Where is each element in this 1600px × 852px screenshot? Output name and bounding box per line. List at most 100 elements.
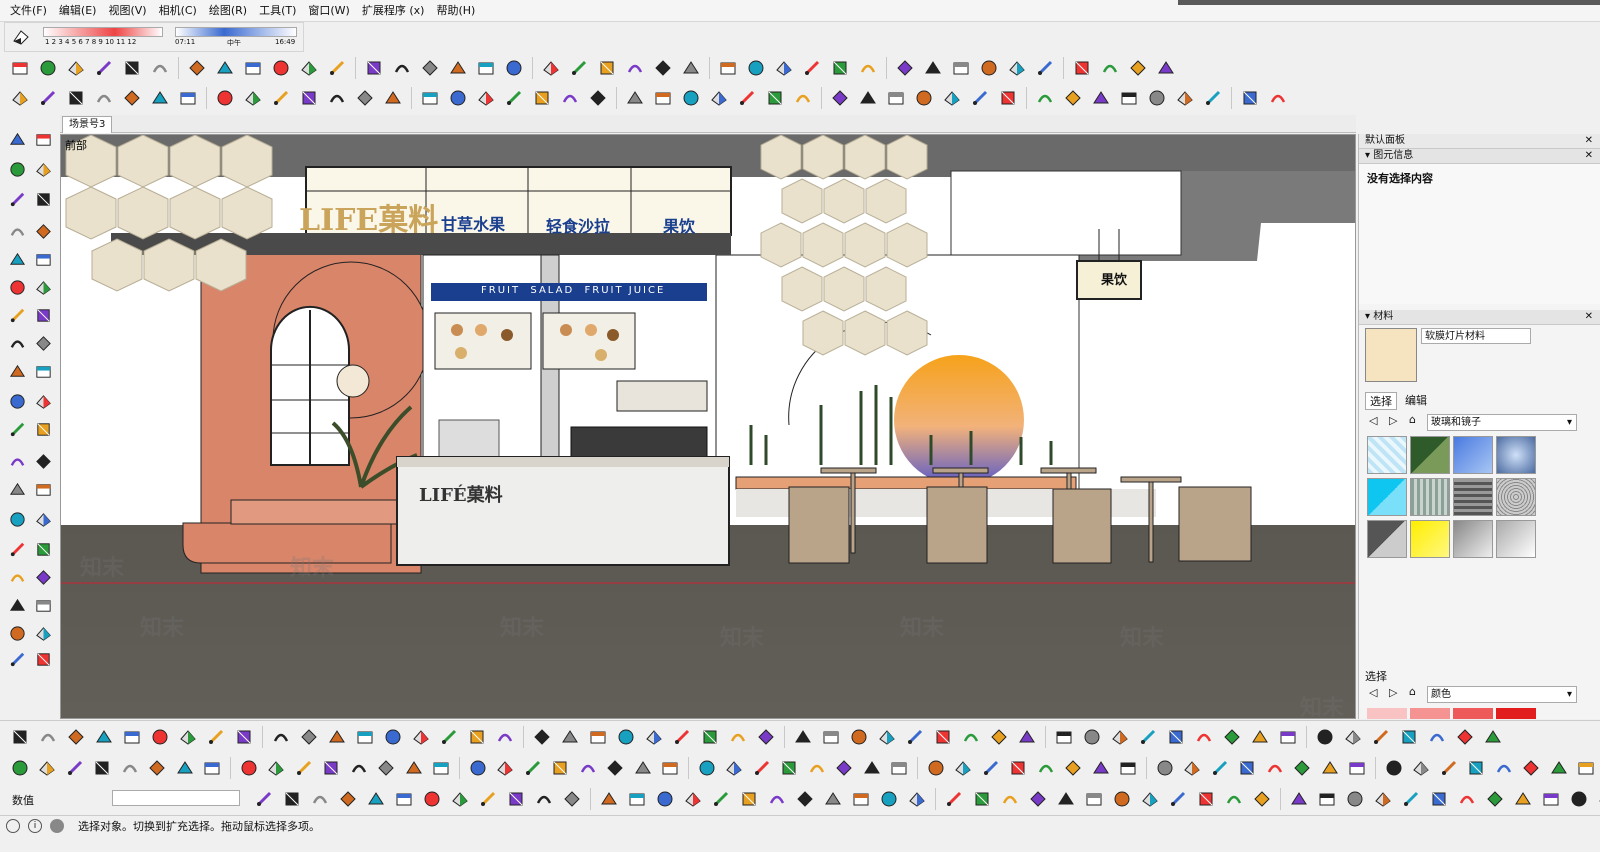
arc-icon[interactable] [791, 725, 815, 749]
rectangle-icon[interactable] [32, 188, 54, 210]
tape-icon[interactable] [877, 787, 901, 811]
material-swatch[interactable] [1367, 520, 1407, 558]
scale-icon[interactable] [681, 787, 705, 811]
menu-window[interactable]: 窗口(W) [302, 0, 355, 22]
paint-icon[interactable] [420, 787, 444, 811]
section-icon[interactable] [364, 787, 388, 811]
camera-icon[interactable] [625, 787, 649, 811]
shadow-icon[interactable] [567, 56, 591, 80]
shadow-icon[interactable] [347, 756, 371, 780]
house-icon[interactable] [597, 787, 621, 811]
arc-icon[interactable] [1382, 756, 1406, 780]
move-icon[interactable] [32, 276, 54, 298]
camera-icon[interactable] [1005, 56, 1029, 80]
tape-icon[interactable] [1455, 787, 1479, 811]
pie-icon[interactable] [6, 276, 28, 298]
scale-icon[interactable] [832, 756, 856, 780]
select-tab[interactable]: 选择 [1365, 392, 1397, 410]
camera-icon[interactable] [418, 56, 442, 80]
camera-icon[interactable] [201, 756, 225, 780]
house-icon[interactable] [1318, 756, 1342, 780]
tape-icon[interactable] [32, 360, 54, 382]
tape-icon[interactable] [437, 725, 461, 749]
zoom-window-icon[interactable] [6, 508, 28, 530]
select2-tab[interactable]: 选择 [1365, 668, 1387, 684]
material-swatch[interactable] [1496, 520, 1536, 558]
component-icon[interactable] [6, 622, 28, 644]
position-camera-icon[interactable] [32, 566, 54, 588]
arc-icon[interactable] [32, 248, 54, 270]
axes-icon[interactable] [1425, 725, 1449, 749]
text-icon[interactable] [297, 56, 321, 80]
fog-icon[interactable] [1539, 787, 1563, 811]
protractor-icon[interactable] [32, 390, 54, 412]
back-arrow-icon[interactable]: ◁ [1369, 414, 1377, 427]
pan-icon[interactable] [921, 56, 945, 80]
shadow-icon[interactable] [924, 756, 948, 780]
arc-icon[interactable] [653, 787, 677, 811]
section-icon[interactable] [493, 725, 517, 749]
arc-icon[interactable] [1201, 86, 1225, 110]
move-icon[interactable] [241, 86, 265, 110]
pencil-icon[interactable] [1399, 787, 1423, 811]
section-icon[interactable] [1511, 787, 1535, 811]
axes-icon[interactable] [32, 418, 54, 440]
axes-icon[interactable] [292, 756, 316, 780]
move-icon[interactable] [64, 56, 88, 80]
rotate-icon[interactable] [36, 725, 60, 749]
shadow-icon[interactable] [148, 86, 172, 110]
geo-icon[interactable] [6, 818, 20, 833]
orbit-icon[interactable] [336, 787, 360, 811]
text-icon[interactable] [642, 725, 666, 749]
select-icon[interactable] [32, 594, 54, 616]
arc-icon[interactable] [36, 86, 60, 110]
layer-icon[interactable] [949, 56, 973, 80]
house-icon[interactable] [148, 725, 172, 749]
pencil-icon[interactable] [959, 725, 983, 749]
section-icon[interactable] [1089, 756, 1113, 780]
tape-icon[interactable] [466, 756, 490, 780]
zoom-icon[interactable] [1464, 756, 1488, 780]
cube-icon[interactable] [1026, 787, 1050, 811]
library-dropdown[interactable]: 玻璃和镜子 ▾ [1427, 414, 1577, 431]
pan-icon[interactable] [695, 756, 719, 780]
pan-icon[interactable] [325, 56, 349, 80]
paint-icon[interactable] [213, 56, 237, 80]
layer-icon[interactable] [1117, 86, 1141, 110]
scale-icon[interactable] [819, 725, 843, 749]
scale-icon[interactable] [64, 86, 88, 110]
house-icon[interactable] [390, 56, 414, 80]
axes-icon[interactable] [1437, 756, 1461, 780]
paint-icon[interactable] [558, 725, 582, 749]
section-icon[interactable] [912, 86, 936, 110]
orbit-icon[interactable] [905, 787, 929, 811]
fog-icon[interactable] [530, 725, 554, 749]
tape-icon[interactable] [308, 787, 332, 811]
arc-icon[interactable] [1033, 56, 1057, 80]
pencil-icon[interactable] [402, 756, 426, 780]
color-swatch[interactable] [1410, 708, 1450, 719]
zoom-icon[interactable] [539, 56, 563, 80]
3dtext-icon[interactable] [6, 450, 28, 472]
move-icon[interactable] [1006, 756, 1030, 780]
menu-file[interactable]: 文件(F) [4, 0, 53, 22]
box-icon[interactable] [1371, 787, 1395, 811]
pan-icon[interactable] [532, 787, 556, 811]
fog-icon[interactable] [392, 787, 416, 811]
axes-icon[interactable] [502, 56, 526, 80]
house-icon[interactable] [1313, 725, 1337, 749]
tape-icon[interactable] [1015, 725, 1039, 749]
scale-icon[interactable] [1397, 725, 1421, 749]
axes-icon[interactable] [1266, 86, 1290, 110]
layer-icon[interactable] [1290, 756, 1314, 780]
box-icon[interactable] [176, 86, 200, 110]
pencil-icon[interactable] [821, 787, 845, 811]
user-icon[interactable] [50, 818, 64, 833]
shadow-icon[interactable] [765, 787, 789, 811]
orbit-icon[interactable] [465, 725, 489, 749]
forward-arrow-icon[interactable]: ▷ [1389, 686, 1397, 699]
material-swatch[interactable] [1496, 478, 1536, 516]
zoom-icon[interactable] [120, 86, 144, 110]
scale-icon[interactable] [1238, 86, 1262, 110]
shadow-icon[interactable] [903, 725, 927, 749]
